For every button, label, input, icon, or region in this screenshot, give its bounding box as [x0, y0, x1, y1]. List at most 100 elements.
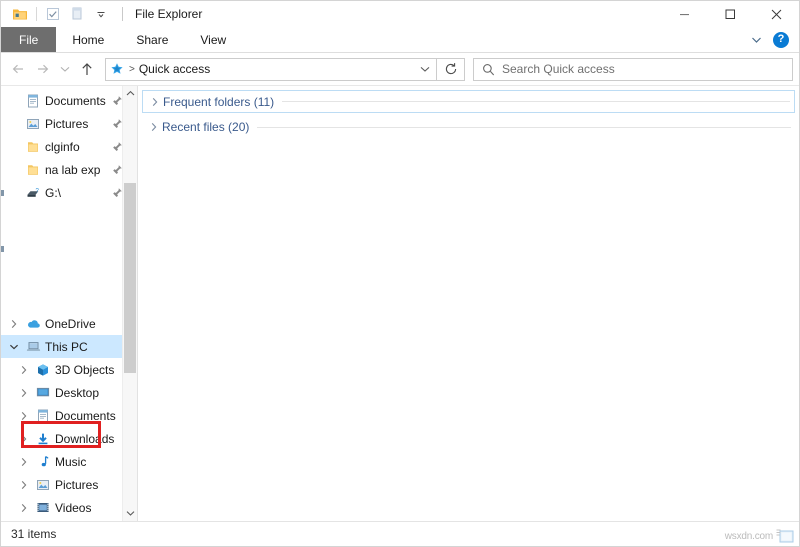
- sidebar-item-downloads[interactable]: Downloads: [1, 427, 137, 450]
- group-label: Frequent folders (11): [163, 95, 282, 109]
- videos-icon: [33, 501, 53, 514]
- chevron-right-icon[interactable]: [146, 122, 162, 132]
- sidebar-item-drive-g[interactable]: ? G:\: [1, 181, 137, 204]
- navigation-bar: > Quick access Search Quick access: [1, 53, 799, 86]
- item-count: 31 items: [11, 527, 56, 541]
- chevron-right-icon[interactable]: [15, 457, 33, 467]
- tab-view[interactable]: View: [184, 27, 242, 52]
- sidebar-item-label: This PC: [43, 340, 88, 354]
- desktop-icon: [33, 386, 53, 399]
- chevron-down-icon[interactable]: [747, 31, 765, 49]
- scroll-down-arrow-icon[interactable]: [123, 506, 137, 521]
- recent-locations-button[interactable]: [55, 57, 75, 81]
- watermark: wsxdn.com: [725, 527, 795, 545]
- sidebar-item-videos[interactable]: Videos: [1, 496, 137, 519]
- navigation-pane: Documents Pictures: [1, 86, 137, 521]
- onedrive-icon: [23, 318, 43, 330]
- close-button[interactable]: [753, 1, 799, 27]
- breadcrumb-separator: >: [128, 64, 139, 75]
- ribbon-right-controls: ?: [747, 27, 795, 52]
- drive-icon: ?: [23, 186, 43, 200]
- sidebar-item-label: na lab exp: [43, 163, 100, 177]
- chevron-right-icon[interactable]: [5, 319, 23, 329]
- sidebar-item-clginfo[interactable]: clginfo: [1, 135, 137, 158]
- sidebar-item-label: Pictures: [53, 478, 98, 492]
- sidebar-item-documents[interactable]: Documents: [1, 404, 137, 427]
- back-button[interactable]: [7, 57, 31, 81]
- svg-text:?: ?: [35, 188, 39, 194]
- ribbon-tabs: File Home Share View ?: [1, 27, 799, 53]
- tab-file[interactable]: File: [1, 27, 56, 52]
- tab-share[interactable]: Share: [120, 27, 184, 52]
- scroll-up-arrow-icon[interactable]: [123, 86, 137, 101]
- sidebar-item-label: OneDrive: [43, 317, 96, 331]
- address-dropdown-icon[interactable]: [414, 65, 436, 73]
- sidebar-item-this-pc[interactable]: This PC: [1, 335, 137, 358]
- pictures-icon: [33, 478, 53, 492]
- breadcrumb[interactable]: Quick access: [139, 62, 210, 76]
- status-bar: 31 items wsxdn.com: [1, 521, 799, 546]
- chevron-right-icon[interactable]: [15, 411, 33, 421]
- chevron-right-icon[interactable]: [15, 480, 33, 490]
- folder-tree: Documents Pictures: [1, 86, 137, 519]
- sidebar-item-label: Pictures: [43, 117, 88, 131]
- chevron-right-icon[interactable]: [15, 434, 33, 444]
- title-bar: File Explorer: [1, 1, 799, 27]
- folder-icon: [23, 140, 43, 154]
- scrollbar-thumb[interactable]: [124, 183, 136, 373]
- this-pc-icon: [23, 340, 43, 353]
- file-list-pane[interactable]: Frequent folders (11) Recent files (20): [137, 86, 799, 521]
- forward-button[interactable]: [31, 57, 55, 81]
- chevron-right-icon[interactable]: [15, 503, 33, 513]
- minimize-button[interactable]: [661, 1, 707, 27]
- group-label: Recent files (20): [162, 120, 257, 134]
- sidebar-item-label: Downloads: [53, 432, 114, 446]
- group-recent-files[interactable]: Recent files (20): [142, 116, 795, 138]
- window-controls: [661, 1, 799, 27]
- sidebar-item-3d-objects[interactable]: 3D Objects: [1, 358, 137, 381]
- window-title: File Explorer: [135, 7, 202, 21]
- sidebar-item-documents-qa[interactable]: Documents: [1, 89, 137, 112]
- chevron-right-icon[interactable]: [15, 388, 33, 398]
- 3d-objects-icon: [33, 363, 53, 377]
- downloads-icon: [33, 432, 53, 446]
- group-divider: [282, 101, 790, 102]
- chevron-right-icon[interactable]: [147, 97, 163, 107]
- group-frequent-folders[interactable]: Frequent folders (11): [142, 90, 795, 113]
- search-input[interactable]: Search Quick access: [473, 58, 793, 81]
- chevron-right-icon[interactable]: [15, 365, 33, 375]
- music-icon: [33, 455, 53, 469]
- sidebar-item-pictures-qa[interactable]: Pictures: [1, 112, 137, 135]
- group-divider: [257, 127, 791, 128]
- sidebar-item-music[interactable]: Music: [1, 450, 137, 473]
- quick-access-star-icon: [106, 62, 128, 76]
- documents-icon: [23, 94, 43, 108]
- maximize-button[interactable]: [707, 1, 753, 27]
- address-bar[interactable]: > Quick access: [105, 58, 437, 81]
- tree-spacer: [1, 204, 137, 312]
- sidebar-item-label: G:\: [43, 186, 61, 200]
- new-folder-icon[interactable]: [66, 3, 88, 25]
- sidebar-item-pictures[interactable]: Pictures: [1, 473, 137, 496]
- search-placeholder: Search Quick access: [502, 62, 615, 76]
- sidebar-item-desktop[interactable]: Desktop: [1, 381, 137, 404]
- sidebar-item-na-lab-exp[interactable]: na lab exp: [1, 158, 137, 181]
- tab-home[interactable]: Home: [56, 27, 120, 52]
- sidebar-item-label: Desktop: [53, 386, 99, 400]
- sidebar-item-onedrive[interactable]: OneDrive: [1, 312, 137, 335]
- customize-dropdown-icon[interactable]: [90, 3, 112, 25]
- folder-icon[interactable]: [9, 3, 31, 25]
- chevron-down-icon[interactable]: [5, 343, 23, 351]
- file-explorer-window: File Explorer File Home Share View ?: [0, 0, 800, 547]
- quick-access-toolbar: File Explorer: [1, 1, 202, 27]
- sidebar-item-label: Music: [53, 455, 86, 469]
- up-button[interactable]: [75, 57, 99, 81]
- watermark-text: wsxdn.com: [725, 531, 773, 542]
- search-icon: [474, 63, 502, 76]
- sidebar-scrollbar[interactable]: [122, 86, 137, 521]
- help-button[interactable]: ?: [773, 32, 789, 48]
- properties-icon[interactable]: [42, 3, 64, 25]
- folder-icon: [23, 163, 43, 177]
- refresh-button[interactable]: [437, 58, 465, 81]
- documents-icon: [33, 409, 53, 423]
